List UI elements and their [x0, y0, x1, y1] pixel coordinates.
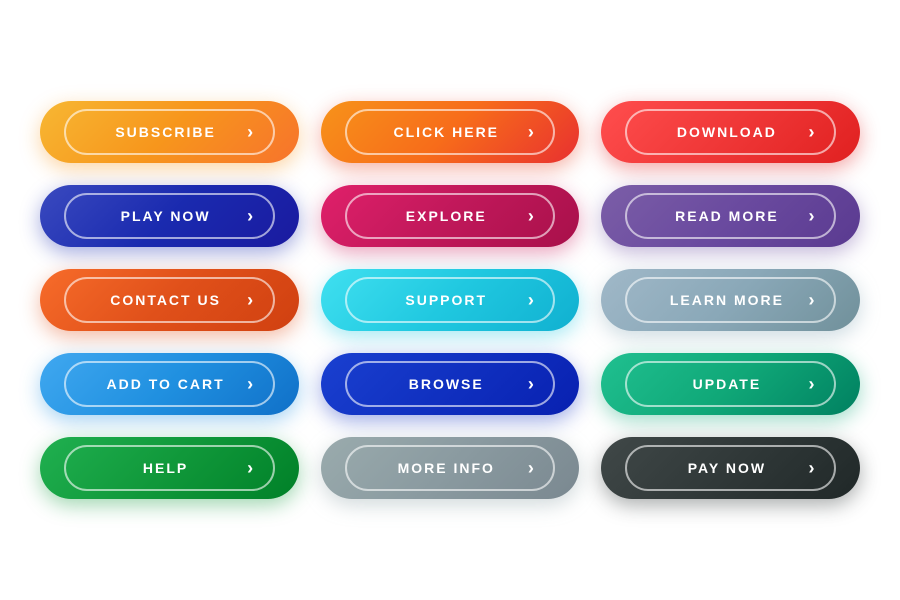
- update-label: UPDATE: [645, 376, 808, 392]
- more-info-label: MORE INFO: [365, 460, 528, 476]
- download-button[interactable]: DOWNLOAD›: [601, 101, 860, 163]
- learn-more-label: LEARN MORE: [645, 292, 808, 308]
- help-label: HELP: [84, 460, 247, 476]
- play-now-label: PLAY NOW: [84, 208, 247, 224]
- contact-us-inner: CONTACT US›: [64, 277, 275, 323]
- learn-more-arrow-icon: ›: [808, 291, 816, 309]
- support-button[interactable]: SUPPORT›: [321, 269, 580, 331]
- subscribe-label: SUBSCRIBE: [84, 124, 247, 140]
- pay-now-button[interactable]: PAY NOW›: [601, 437, 860, 499]
- more-info-inner: MORE INFO›: [345, 445, 556, 491]
- play-now-arrow-icon: ›: [247, 207, 255, 225]
- learn-more-inner: LEARN MORE›: [625, 277, 836, 323]
- subscribe-button[interactable]: SUBSCRIBE›: [40, 101, 299, 163]
- subscribe-inner: SUBSCRIBE›: [64, 109, 275, 155]
- download-inner: DOWNLOAD›: [625, 109, 836, 155]
- update-arrow-icon: ›: [808, 375, 816, 393]
- explore-inner: EXPLORE›: [345, 193, 556, 239]
- add-to-cart-button[interactable]: ADD TO CART›: [40, 353, 299, 415]
- update-button[interactable]: UPDATE›: [601, 353, 860, 415]
- support-inner: SUPPORT›: [345, 277, 556, 323]
- pay-now-inner: PAY NOW›: [625, 445, 836, 491]
- pay-now-arrow-icon: ›: [808, 459, 816, 477]
- more-info-arrow-icon: ›: [528, 459, 536, 477]
- add-to-cart-arrow-icon: ›: [247, 375, 255, 393]
- contact-us-button[interactable]: CONTACT US›: [40, 269, 299, 331]
- browse-inner: BROWSE›: [345, 361, 556, 407]
- add-to-cart-inner: ADD TO CART›: [64, 361, 275, 407]
- read-more-button[interactable]: READ MORE›: [601, 185, 860, 247]
- explore-label: EXPLORE: [365, 208, 528, 224]
- help-button[interactable]: HELP›: [40, 437, 299, 499]
- explore-arrow-icon: ›: [528, 207, 536, 225]
- click-here-arrow-icon: ›: [528, 123, 536, 141]
- download-arrow-icon: ›: [808, 123, 816, 141]
- contact-us-arrow-icon: ›: [247, 291, 255, 309]
- support-arrow-icon: ›: [528, 291, 536, 309]
- click-here-inner: CLICK HERE›: [345, 109, 556, 155]
- browse-button[interactable]: BROWSE›: [321, 353, 580, 415]
- click-here-button[interactable]: CLICK HERE›: [321, 101, 580, 163]
- subscribe-arrow-icon: ›: [247, 123, 255, 141]
- click-here-label: CLICK HERE: [365, 124, 528, 140]
- browse-label: BROWSE: [365, 376, 528, 392]
- support-label: SUPPORT: [365, 292, 528, 308]
- learn-more-button[interactable]: LEARN MORE›: [601, 269, 860, 331]
- pay-now-label: PAY NOW: [645, 460, 808, 476]
- help-inner: HELP›: [64, 445, 275, 491]
- explore-button[interactable]: EXPLORE›: [321, 185, 580, 247]
- browse-arrow-icon: ›: [528, 375, 536, 393]
- download-label: DOWNLOAD: [645, 124, 808, 140]
- button-grid: SUBSCRIBE›CLICK HERE›DOWNLOAD›PLAY NOW›E…: [0, 61, 900, 539]
- contact-us-label: CONTACT US: [84, 292, 247, 308]
- read-more-inner: READ MORE›: [625, 193, 836, 239]
- play-now-inner: PLAY NOW›: [64, 193, 275, 239]
- read-more-label: READ MORE: [645, 208, 808, 224]
- help-arrow-icon: ›: [247, 459, 255, 477]
- read-more-arrow-icon: ›: [808, 207, 816, 225]
- add-to-cart-label: ADD TO CART: [84, 376, 247, 392]
- more-info-button[interactable]: MORE INFO›: [321, 437, 580, 499]
- play-now-button[interactable]: PLAY NOW›: [40, 185, 299, 247]
- update-inner: UPDATE›: [625, 361, 836, 407]
